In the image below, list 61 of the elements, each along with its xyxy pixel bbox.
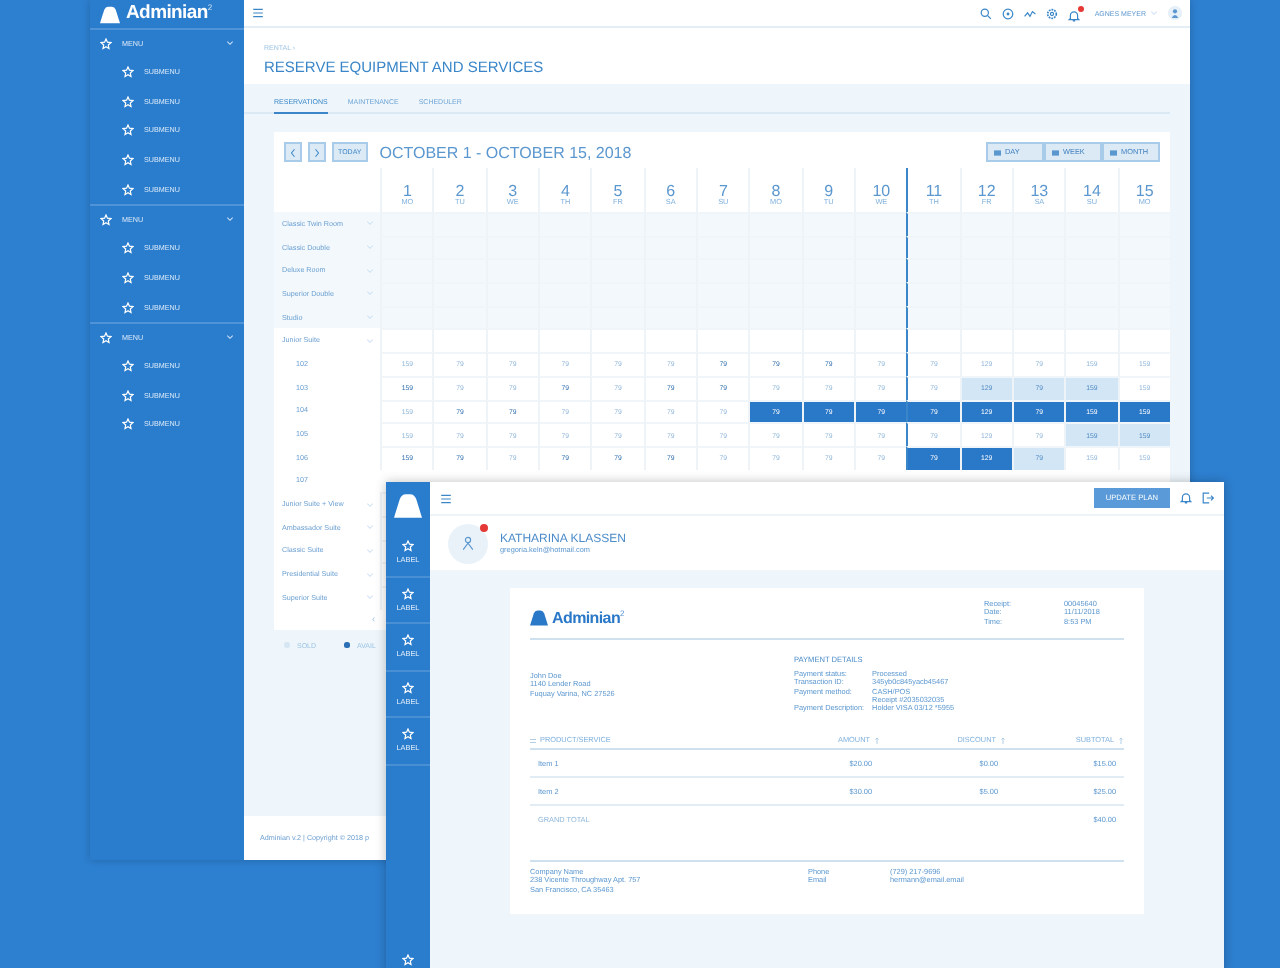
star-icon bbox=[100, 331, 112, 344]
star-icon bbox=[402, 954, 414, 966]
caret-icon bbox=[226, 40, 234, 47]
day-number: 8 bbox=[771, 182, 781, 201]
caret-icon bbox=[226, 334, 234, 341]
star-icon bbox=[100, 37, 112, 50]
caret-icon bbox=[366, 594, 374, 601]
calendar-icon bbox=[1052, 149, 1059, 155]
chevron-left-icon bbox=[290, 147, 296, 157]
star-icon bbox=[402, 540, 414, 553]
star-icon bbox=[100, 213, 112, 226]
caret-icon bbox=[366, 337, 374, 344]
logout-icon[interactable] bbox=[1202, 492, 1214, 504]
day-number: 10 bbox=[872, 182, 891, 201]
star-icon bbox=[122, 124, 134, 137]
search-icon[interactable] bbox=[980, 7, 993, 19]
date-range: OCTOBER 1 - OCTOBER 15, 2018 bbox=[379, 143, 632, 161]
caret-icon bbox=[366, 547, 374, 554]
star-icon bbox=[122, 418, 134, 431]
notification-icon[interactable] bbox=[1180, 492, 1192, 504]
day-number: 3 bbox=[508, 182, 518, 201]
settings-icon[interactable] bbox=[1046, 7, 1059, 19]
notification-icon[interactable] bbox=[1068, 5, 1085, 21]
star-icon bbox=[122, 183, 134, 196]
day-number: 4 bbox=[560, 182, 570, 201]
star-icon bbox=[122, 359, 134, 372]
caret-icon bbox=[1150, 10, 1158, 16]
star-icon bbox=[122, 154, 134, 167]
day-number: 2 bbox=[455, 182, 465, 201]
star-icon bbox=[402, 681, 414, 694]
menu-icon[interactable] bbox=[440, 493, 452, 503]
activity-icon[interactable] bbox=[1024, 7, 1037, 19]
caret-icon bbox=[366, 501, 374, 508]
caret-icon bbox=[226, 216, 234, 223]
star-icon bbox=[122, 301, 134, 314]
avatar-icon[interactable] bbox=[1168, 6, 1182, 20]
calendar-icon bbox=[994, 149, 1001, 155]
calendar-icon bbox=[1110, 149, 1117, 155]
star-icon bbox=[402, 634, 414, 647]
caret-icon bbox=[366, 571, 374, 578]
star-icon bbox=[402, 728, 414, 741]
day-number: 7 bbox=[718, 182, 728, 201]
day-number: 9 bbox=[824, 182, 834, 201]
star-icon bbox=[122, 389, 134, 402]
previous-button[interactable] bbox=[284, 142, 302, 162]
logo-icon bbox=[100, 5, 120, 23]
star-icon bbox=[402, 587, 414, 600]
chevron-right-icon bbox=[314, 147, 320, 157]
star-icon bbox=[122, 95, 134, 108]
avatar bbox=[448, 523, 488, 563]
logo-icon bbox=[530, 610, 548, 626]
star-icon bbox=[122, 271, 134, 284]
star-icon bbox=[122, 66, 134, 79]
menu-icon[interactable] bbox=[252, 8, 264, 18]
logo-icon bbox=[394, 494, 422, 518]
day-number: 5 bbox=[613, 182, 623, 201]
caret-icon bbox=[366, 524, 374, 531]
star-icon bbox=[122, 242, 134, 255]
next-button[interactable] bbox=[308, 142, 326, 162]
day-number: 12 bbox=[977, 182, 996, 201]
day-number: 11 bbox=[925, 182, 943, 201]
